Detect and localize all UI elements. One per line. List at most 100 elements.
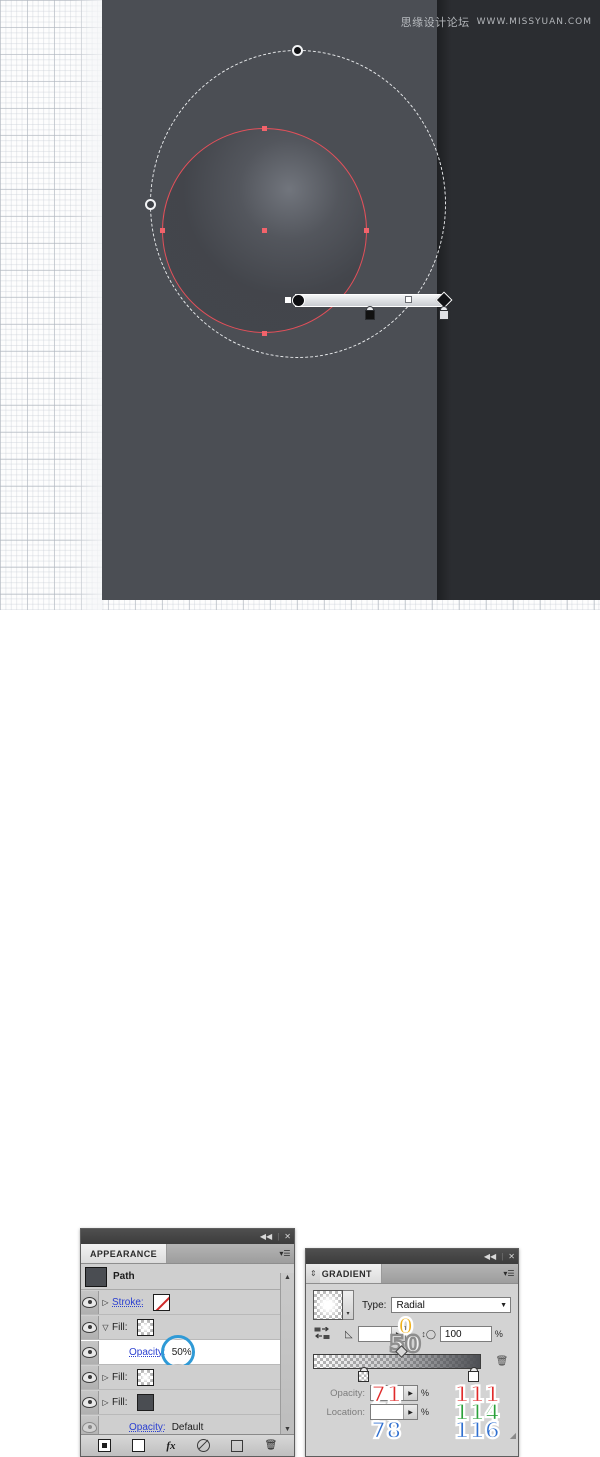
tab-gradient[interactable]: GRADIENT	[319, 1264, 382, 1283]
appearance-row-opacity-1[interactable]: Opacity: 50%	[81, 1335, 294, 1369]
delete-gradient-stop-icon[interactable]: 🗑	[495, 1354, 509, 1369]
stop-body	[365, 310, 375, 320]
fill-label[interactable]: Fill:	[112, 1372, 128, 1383]
chevron-down-icon[interactable]: ▼	[500, 1302, 507, 1309]
reverse-gradient-icon[interactable]	[313, 1326, 331, 1342]
stroke-swatch-none-icon[interactable]	[152, 1293, 170, 1311]
gradient-body[interactable]: ▾ Type: Radial ▼ ◺ ▶ ° ↕◯ 100 % 0 50 🗑 O…	[306, 1284, 518, 1445]
annotation-stop2-blue: 116	[453, 1418, 501, 1445]
fill-solid-swatch[interactable]	[136, 1393, 154, 1411]
tabrow-spacer	[381, 1264, 500, 1283]
panel-grip-icon[interactable]: ⇕	[310, 1269, 317, 1278]
gradient-angle-row[interactable]: ◺ ▶ ° ↕◯ 100 % 0 50	[313, 1314, 511, 1359]
gradient-titlebar[interactable]: ◀◀ | ✕	[306, 1249, 518, 1264]
titlebar-divider: |	[501, 1252, 504, 1261]
gradient-opacity-row[interactable]: Opacity: ▶ % 71 73 78 111 114 116	[313, 1382, 511, 1445]
gradient-midpoint-square[interactable]	[405, 296, 412, 303]
opacity-unit-label: %	[421, 1388, 430, 1398]
gradient-preview-swatch[interactable]	[313, 1290, 343, 1320]
expander-icon[interactable]: ▷	[99, 1373, 112, 1382]
opacity-stepper-icon[interactable]: ▶	[403, 1386, 417, 1400]
visibility-toggle-icon[interactable]	[81, 1365, 99, 1389]
gradient-location-row[interactable]: Location: ▶ %	[313, 1404, 511, 1420]
tab-appearance[interactable]: APPEARANCE	[81, 1244, 168, 1263]
radial-gradient-ellipse-guide[interactable]	[150, 50, 446, 358]
opacity-label[interactable]: Opacity:	[129, 1347, 166, 1358]
opacity-label[interactable]: Opacity:	[129, 1422, 166, 1433]
appearance-row-stroke[interactable]: ▷ Stroke:	[81, 1290, 294, 1315]
visibility-toggle-icon[interactable]	[81, 1290, 99, 1314]
close-icon[interactable]: ✕	[284, 1232, 291, 1241]
fill-gradient-swatch[interactable]	[136, 1318, 154, 1336]
visibility-toggle-icon[interactable]	[81, 1315, 99, 1339]
appearance-footer-toolbar[interactable]: fx 🗑	[81, 1434, 294, 1456]
appearance-row-fill-1[interactable]: ▽ Fill:	[81, 1315, 294, 1340]
gradient-aspect-field[interactable]: 100	[439, 1326, 492, 1342]
panel-menu-icon[interactable]: ▾☰	[276, 1244, 294, 1263]
fill-gradient-swatch[interactable]	[136, 1368, 154, 1386]
annotation-stop1-blue: 78	[370, 1418, 403, 1445]
gradient-type-row[interactable]: ▾ Type: Radial ▼	[313, 1290, 511, 1320]
panel-menu-icon[interactable]: ▾☰	[500, 1264, 518, 1283]
collapse-icon[interactable]: ◀◀	[484, 1252, 496, 1261]
add-new-effect-icon[interactable]: fx	[166, 1440, 175, 1452]
scroll-up-icon[interactable]: ▲	[284, 1273, 291, 1282]
delete-item-icon[interactable]: 🗑	[265, 1440, 278, 1451]
visibility-toggle-icon[interactable]	[81, 1340, 99, 1364]
opacity-value[interactable]: Default	[172, 1422, 204, 1433]
appearance-panel[interactable]: ◀◀ | ✕ APPEARANCE ▾☰ Path ▷ Stroke: ▽ Fi…	[80, 1228, 295, 1457]
canvas-gradient-stop[interactable]	[439, 306, 449, 320]
illustrator-canvas[interactable]: 思缘设计论坛 WWW.MISSYUAN.COM	[102, 0, 600, 600]
gradient-tabrow[interactable]: ⇕ GRADIENT ▾☰	[306, 1264, 518, 1284]
expander-icon[interactable]: ▷	[99, 1298, 112, 1307]
canvas-gradient-stop[interactable]	[365, 306, 375, 320]
panel-resize-grip-icon[interactable]: ◢	[510, 1431, 516, 1440]
add-new-stroke-icon[interactable]	[97, 1439, 111, 1452]
gradient-angle-field[interactable]: ▶	[357, 1326, 406, 1342]
gradient-origin-dot[interactable]	[292, 294, 305, 307]
gradient-location-field[interactable]: ▶	[370, 1404, 418, 1420]
appearance-list[interactable]: Path ▷ Stroke: ▽ Fill: Opacity: 50% ▷ Fi…	[81, 1264, 294, 1440]
gradient-radius-handle-left[interactable]	[145, 199, 156, 210]
graph-paper-shading	[0, 0, 102, 610]
angle-stepper-icon[interactable]: ▶	[390, 1327, 405, 1341]
fill-label[interactable]: Fill:	[112, 1322, 128, 1333]
expander-icon-open[interactable]: ▽	[99, 1323, 112, 1332]
gradient-ramp-row[interactable]: 🗑	[313, 1345, 511, 1382]
gradient-radius-handle-top[interactable]	[292, 45, 303, 56]
eye-icon	[82, 1396, 97, 1408]
tab-appearance-label: APPEARANCE	[90, 1248, 158, 1259]
appearance-row-fill-3[interactable]: ▷ Fill:	[81, 1390, 294, 1415]
panels-area: ◀◀ | ✕ APPEARANCE ▾☰ Path ▷ Stroke: ▽ Fi…	[0, 610, 600, 1457]
gradient-stop-2[interactable]	[468, 1367, 479, 1382]
gradient-stop-1[interactable]	[358, 1367, 369, 1382]
object-name-label: Path	[113, 1271, 135, 1282]
stop-body	[439, 310, 449, 320]
opacity-value[interactable]: 50%	[172, 1347, 192, 1358]
appearance-tabrow[interactable]: APPEARANCE ▾☰	[81, 1244, 294, 1264]
fill-label[interactable]: Fill:	[112, 1397, 128, 1408]
gradient-panel[interactable]: ◀◀ | ✕ ⇕ GRADIENT ▾☰ ▾ Type: Radial ▼ ◺ …	[305, 1248, 519, 1457]
gradient-origin-square[interactable]	[285, 297, 291, 303]
appearance-row-fill-2[interactable]: ▷ Fill:	[81, 1365, 294, 1390]
appearance-scrollbar[interactable]: ▲ ▼	[280, 1273, 294, 1434]
gradient-opacity-label: Opacity:	[330, 1387, 365, 1399]
expander-icon[interactable]: ▷	[99, 1398, 112, 1407]
gradient-type-select[interactable]: Radial ▼	[391, 1297, 511, 1313]
gradient-opacity-field[interactable]: ▶	[370, 1385, 418, 1401]
appearance-titlebar[interactable]: ◀◀ | ✕	[81, 1229, 294, 1244]
gradient-swatch-dropdown-icon[interactable]: ▾	[343, 1290, 354, 1320]
scroll-down-icon[interactable]: ▼	[284, 1425, 291, 1434]
visibility-toggle-icon[interactable]	[81, 1390, 99, 1414]
duplicate-item-icon[interactable]	[231, 1439, 244, 1452]
appearance-object-row[interactable]: Path	[81, 1264, 294, 1290]
close-icon[interactable]: ✕	[508, 1252, 515, 1261]
add-new-fill-icon[interactable]	[132, 1439, 146, 1452]
location-stepper-icon[interactable]: ▶	[403, 1405, 417, 1419]
collapse-icon[interactable]: ◀◀	[260, 1232, 272, 1241]
stroke-label[interactable]: Stroke:	[112, 1297, 144, 1308]
clear-appearance-icon[interactable]	[196, 1439, 210, 1452]
tabrow-spacer	[167, 1244, 276, 1263]
stop-body	[468, 1371, 479, 1382]
gradient-ramp[interactable]	[313, 1354, 481, 1369]
